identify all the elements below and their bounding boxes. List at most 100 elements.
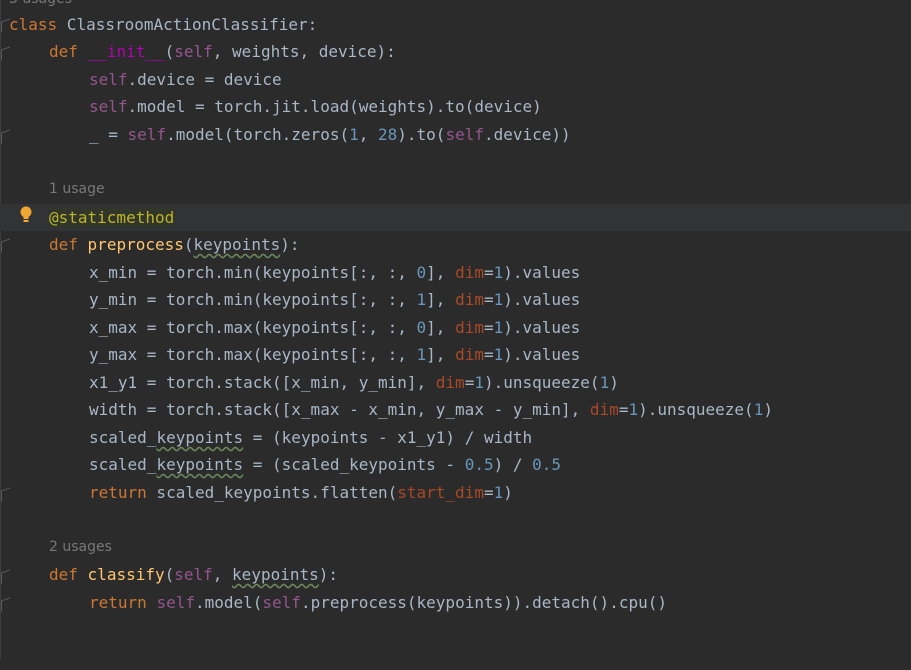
code-text: width = torch.stack([x_max - x_min, y_ma… — [89, 400, 590, 419]
code-text: x1_y1 = torch.stack([x_min, y_min], — [89, 373, 436, 392]
code-text: = (keypoints - x1_y1) / width — [243, 428, 533, 447]
keyword-arg: start_dim — [397, 483, 484, 502]
number: 1 — [628, 400, 639, 419]
number: 1 — [493, 345, 504, 364]
self-keyword: self — [156, 593, 195, 612]
code-text: ).values — [503, 318, 581, 337]
self-keyword: self — [127, 125, 167, 144]
code-line[interactable]: return scaled_keypoints.flatten(start_di… — [0, 479, 911, 506]
lightbulb-icon[interactable] — [19, 206, 33, 224]
code-line[interactable]: x_min = torch.min(keypoints[:, :, 0], di… — [0, 259, 911, 286]
keyword: class — [9, 15, 58, 34]
keyword: def — [49, 42, 78, 61]
parameter: keypoints — [232, 565, 319, 584]
code-text: ) — [503, 483, 513, 502]
self-keyword: self — [89, 70, 128, 89]
code-line[interactable]: scaled_keypoints = (scaled_keypoints - 0… — [0, 451, 911, 478]
class-name: ClassroomActionClassifier: — [57, 15, 318, 34]
code-line[interactable]: _ = self.model(torch.zeros(1, 28).to(sel… — [0, 121, 911, 148]
code-text: x_max = torch.max(keypoints[:, :, — [89, 318, 417, 337]
code-text: ).to( — [397, 125, 446, 144]
number: 0.5 — [464, 455, 494, 474]
typo-highlight: keypoints — [156, 455, 244, 474]
code-text: scaled_keypoints.flatten( — [146, 483, 398, 502]
code-text: _ = — [89, 125, 128, 144]
code-text: , weights, device): — [212, 42, 396, 61]
operator: = — [483, 290, 494, 309]
self-keyword: self — [174, 565, 213, 584]
code-line[interactable]: x_max = torch.max(keypoints[:, :, 0], di… — [0, 314, 911, 341]
number: 0 — [416, 263, 427, 282]
code-line[interactable]: scaled_keypoints = (keypoints - x1_y1) /… — [0, 424, 911, 451]
number: 1 — [349, 125, 359, 144]
self-keyword: self — [174, 42, 213, 61]
code-line[interactable]: def classify(self, keypoints): — [0, 561, 911, 588]
code-line[interactable]: class ClassroomActionClassifier: — [0, 11, 911, 38]
code-line-current[interactable]: @staticmethod — [0, 204, 911, 231]
code-text: , — [358, 125, 378, 144]
keyword: def — [49, 235, 78, 254]
code-line[interactable]: return self.model(self.preprocess(keypoi… — [0, 589, 911, 616]
code-text: ) — [609, 373, 619, 392]
self-keyword: self — [262, 593, 301, 612]
code-line[interactable]: y_min = torch.min(keypoints[:, :, 1], di… — [0, 286, 911, 313]
code-editor[interactable]: 3 usages class ClassroomActionClassifier… — [0, 0, 911, 659]
code-text: ], — [426, 318, 456, 337]
operator: = — [483, 263, 494, 282]
code-line[interactable]: def preprocess(keypoints): — [0, 231, 911, 258]
code-line[interactable]: self.model = torch.jit.load(weights).to(… — [0, 93, 911, 120]
code-line[interactable]: width = torch.stack([x_max - x_min, y_ma… — [0, 396, 911, 423]
operator: = — [483, 345, 494, 364]
keyword: return — [89, 593, 147, 612]
number: 1 — [416, 290, 427, 309]
code-text: ], — [426, 263, 456, 282]
paren: ( — [164, 565, 175, 584]
code-text: .model(torch.zeros( — [166, 125, 350, 144]
code-text: scaled_ — [89, 428, 157, 447]
usage-hint[interactable]: 2 usages — [49, 534, 112, 561]
paren: ( — [164, 42, 175, 61]
parameter: keypoints — [193, 235, 281, 254]
code-text: = (scaled_keypoints - — [243, 455, 465, 474]
operator: = — [618, 400, 629, 419]
code-text: ], — [426, 345, 456, 364]
self-keyword: self — [89, 97, 128, 116]
typo-highlight: keypoints — [156, 428, 244, 447]
code-text: ).unsqueeze( — [483, 373, 600, 392]
keyword-arg: dim — [455, 345, 484, 364]
code-text: scaled_ — [89, 455, 157, 474]
code-text: ).values — [503, 290, 581, 309]
code-text: y_min = torch.min(keypoints[:, :, — [89, 290, 417, 309]
code-text: ], — [426, 290, 456, 309]
operator: = — [464, 373, 475, 392]
number: 1 — [416, 345, 427, 364]
code-text: y_max = torch.max(keypoints[:, :, — [89, 345, 417, 364]
usage-hint[interactable]: 1 usage — [49, 176, 105, 203]
usage-hint-line: 1 usage — [0, 176, 911, 203]
paren: ): — [280, 235, 300, 254]
number: 1 — [493, 290, 504, 309]
operator: = — [483, 483, 494, 502]
code-line[interactable]: x1_y1 = torch.stack([x_min, y_min], dim=… — [0, 369, 911, 396]
number: 1 — [493, 263, 504, 282]
number: 1 — [474, 373, 484, 392]
code-line[interactable]: y_max = torch.max(keypoints[:, :, 1], di… — [0, 341, 911, 368]
code-text: ) / — [493, 455, 533, 474]
code-text: x_min = torch.min(keypoints[:, :, — [89, 263, 417, 282]
operator: = — [483, 318, 494, 337]
paren: ( — [183, 235, 194, 254]
code-line[interactable]: self.device = device — [0, 66, 911, 93]
keyword-arg: dim — [455, 290, 484, 309]
keyword-arg: dim — [435, 373, 465, 392]
code-text: .model = torch.jit.load(weights).to(devi… — [127, 97, 542, 116]
number: 0.5 — [532, 455, 562, 474]
code-text: ).values — [503, 345, 581, 364]
code-line[interactable]: def __init__(self, weights, device): — [0, 38, 911, 65]
function-name: classify — [87, 565, 165, 584]
code-text: , — [212, 565, 233, 584]
number: 1 — [493, 318, 504, 337]
keyword: return — [89, 483, 147, 502]
code-text: .preprocess(keypoints)).detach().cpu() — [300, 593, 667, 612]
code-text: ).unsqueeze( — [638, 400, 754, 419]
